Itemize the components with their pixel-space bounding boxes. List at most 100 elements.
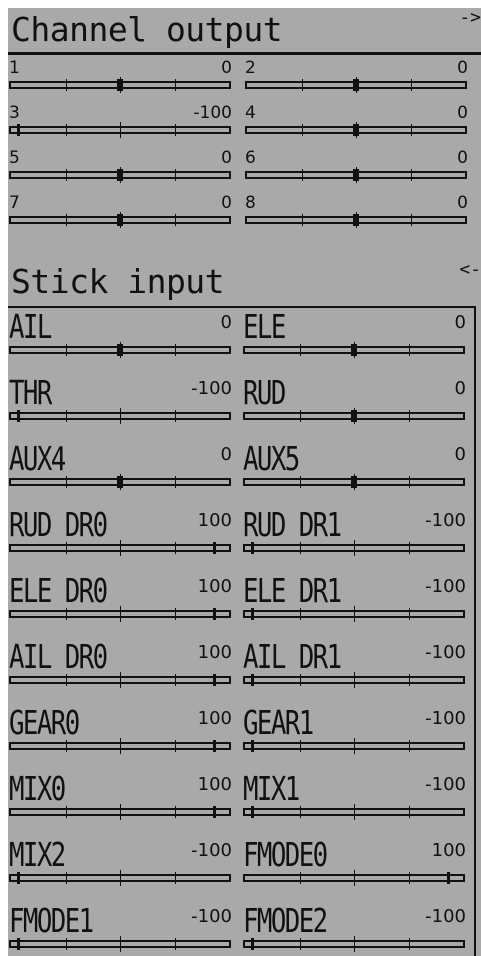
input-label: RUD DR0 bbox=[9, 505, 108, 544]
level-marker bbox=[117, 344, 123, 356]
bar-tick bbox=[174, 476, 176, 488]
bar-tick bbox=[408, 608, 410, 620]
level-bar bbox=[9, 540, 231, 556]
input-value: -100 bbox=[425, 576, 466, 597]
next-page-arrow-icon[interactable]: -> bbox=[459, 8, 481, 28]
bar-tick bbox=[65, 169, 67, 181]
input-value: 0 bbox=[220, 312, 232, 333]
bar-tick bbox=[65, 542, 67, 554]
level-bar bbox=[9, 408, 231, 424]
bar-tick bbox=[299, 938, 301, 950]
level-marker bbox=[213, 542, 216, 554]
bar-tick bbox=[65, 872, 67, 884]
bar-tick bbox=[65, 344, 67, 356]
channel-value: 0 bbox=[457, 193, 468, 213]
level-bar bbox=[243, 672, 465, 688]
level-bar bbox=[243, 870, 465, 886]
channel-value: 0 bbox=[221, 193, 232, 213]
input-value: 100 bbox=[197, 708, 232, 729]
level-bar bbox=[243, 408, 465, 424]
level-bar bbox=[9, 606, 231, 622]
bar-tick bbox=[65, 674, 67, 686]
bar-tick bbox=[65, 938, 67, 950]
bar-tick bbox=[299, 740, 301, 752]
channel-label: 4 bbox=[245, 103, 256, 123]
input-value: 0 bbox=[454, 312, 466, 333]
bar-tick bbox=[299, 344, 301, 356]
level-marker bbox=[213, 674, 216, 686]
bar-tick bbox=[174, 674, 176, 686]
level-marker bbox=[353, 214, 359, 226]
bar-tick bbox=[120, 408, 121, 424]
channel-value: 0 bbox=[221, 148, 232, 168]
bar-tick bbox=[65, 806, 67, 818]
input-label: MIX1 bbox=[243, 769, 300, 808]
bar-tick bbox=[299, 872, 301, 884]
level-bar bbox=[245, 122, 467, 138]
bar-tick bbox=[174, 938, 176, 950]
bar-tick bbox=[174, 872, 176, 884]
bar-tick bbox=[354, 936, 355, 952]
level-marker bbox=[213, 740, 216, 752]
prev-page-arrow-icon[interactable]: <- bbox=[459, 260, 481, 280]
bar-tick bbox=[408, 542, 410, 554]
input-value: -100 bbox=[425, 774, 466, 795]
level-bar bbox=[9, 342, 231, 358]
input-value: 100 bbox=[197, 510, 232, 531]
level-bar bbox=[9, 804, 231, 820]
bar-tick bbox=[299, 542, 301, 554]
stick-input-panel: AIL 0 ELE 0 THR -100 RUD 0 AUX4 0 AUX5 0 RUD DR0 100 R… bbox=[8, 306, 476, 956]
level-marker bbox=[213, 806, 216, 818]
bar-tick bbox=[354, 672, 355, 688]
level-bar bbox=[243, 606, 465, 622]
bar-tick bbox=[120, 122, 121, 138]
input-value: -100 bbox=[425, 708, 466, 729]
bar-tick bbox=[65, 124, 67, 136]
level-marker bbox=[117, 169, 123, 181]
level-marker bbox=[117, 79, 123, 91]
bar-tick bbox=[301, 124, 303, 136]
bar-tick bbox=[174, 169, 176, 181]
level-marker bbox=[213, 608, 216, 620]
bar-tick bbox=[120, 804, 121, 820]
input-value: -100 bbox=[425, 642, 466, 663]
bar-tick bbox=[408, 674, 410, 686]
level-bar bbox=[9, 870, 231, 886]
bar-tick bbox=[354, 870, 355, 886]
input-value: 100 bbox=[197, 576, 232, 597]
level-marker bbox=[17, 938, 20, 950]
bar-tick bbox=[299, 806, 301, 818]
channel-value: 0 bbox=[457, 58, 468, 78]
level-marker bbox=[447, 872, 450, 884]
bar-tick bbox=[299, 410, 301, 422]
bar-tick bbox=[410, 169, 412, 181]
level-marker bbox=[353, 79, 359, 91]
channel-label: 8 bbox=[245, 193, 256, 213]
level-bar bbox=[9, 77, 231, 93]
level-bar bbox=[243, 804, 465, 820]
input-label: ELE DR1 bbox=[243, 571, 342, 610]
level-bar bbox=[243, 474, 465, 490]
input-label: RUD bbox=[243, 373, 286, 412]
channel-value: 0 bbox=[221, 58, 232, 78]
channel-value: -100 bbox=[193, 103, 232, 123]
bar-tick bbox=[299, 608, 301, 620]
bar-tick bbox=[408, 740, 410, 752]
input-label: RUD DR1 bbox=[243, 505, 342, 544]
level-marker bbox=[251, 674, 254, 686]
level-marker bbox=[17, 124, 20, 136]
level-marker bbox=[251, 542, 254, 554]
channel-output-panel: 1 0 2 0 3 -100 4 0 5 0 6 0 7 0 8 0 bbox=[8, 58, 476, 244]
level-marker bbox=[251, 740, 254, 752]
level-bar bbox=[9, 672, 231, 688]
bar-tick bbox=[120, 540, 121, 556]
level-bar bbox=[245, 212, 467, 228]
input-label: MIX0 bbox=[9, 769, 66, 808]
bar-tick bbox=[174, 542, 176, 554]
level-marker bbox=[17, 410, 20, 422]
bar-tick bbox=[174, 124, 176, 136]
bar-tick bbox=[174, 608, 176, 620]
bar-tick bbox=[65, 476, 67, 488]
bar-tick bbox=[301, 214, 303, 226]
bar-tick bbox=[410, 124, 412, 136]
